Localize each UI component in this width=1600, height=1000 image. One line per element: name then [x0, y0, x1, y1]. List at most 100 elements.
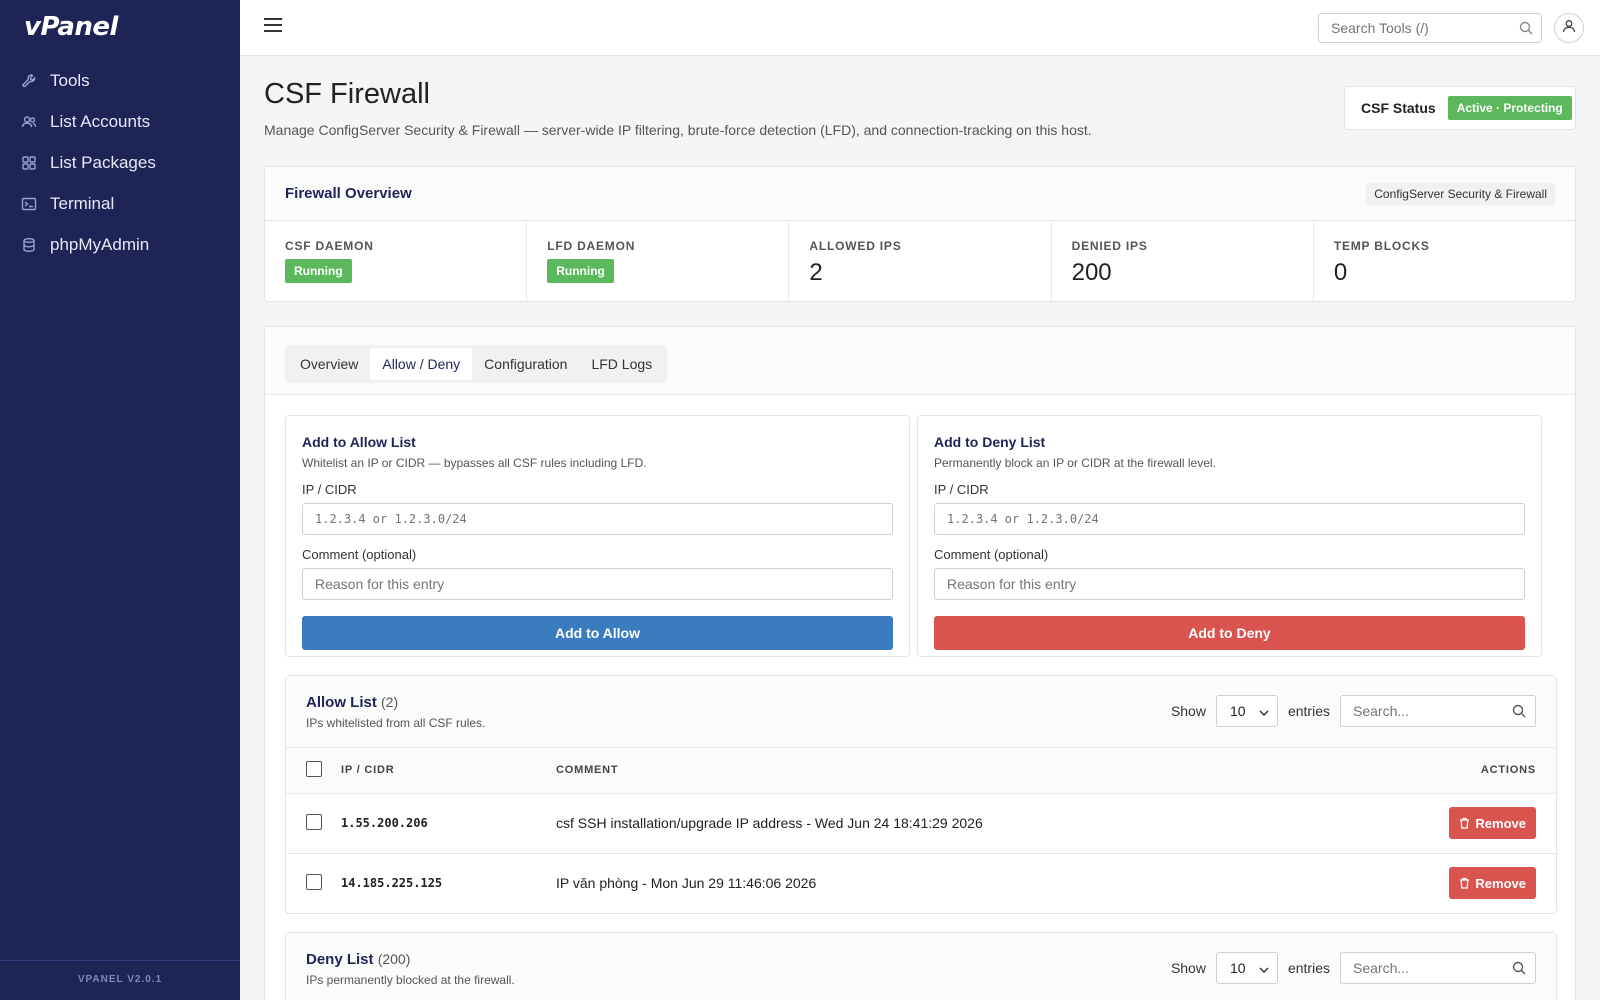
allow-ip-label: IP / CIDR [302, 482, 357, 497]
chevron-down-icon [1259, 703, 1269, 719]
status-badge: Active · Protecting [1447, 96, 1572, 120]
user-icon [1562, 19, 1576, 38]
select-all-checkbox[interactable] [306, 760, 322, 777]
entries-select[interactable]: 10 [1215, 695, 1278, 727]
deny-list-tools: Show 10 entries [1171, 952, 1536, 984]
row-checkbox[interactable] [306, 813, 322, 830]
tool-search-input[interactable] [1319, 14, 1509, 42]
stat-label: ALLOWED IPS [809, 239, 902, 253]
deny-list-search-input[interactable] [1341, 953, 1501, 983]
column-comment[interactable]: COMMENT [556, 748, 1357, 794]
allow-list-search-box [1340, 695, 1536, 727]
entries-select[interactable]: 10 [1215, 952, 1278, 984]
wrench-icon [20, 72, 38, 90]
page-title: CSF Firewall [264, 78, 430, 110]
sidebar-item-tools[interactable]: Tools [0, 60, 240, 101]
allow-list-count: (2) [381, 694, 399, 710]
deny-list-search-box [1340, 952, 1536, 984]
csf-panel: Overview Allow / Deny Configuration LFD … [264, 326, 1576, 1000]
tabs-bar: Overview Allow / Deny Configuration LFD … [265, 327, 1575, 395]
deny-comment-input[interactable] [934, 568, 1525, 600]
remove-button[interactable]: Remove [1449, 807, 1536, 839]
allow-list-header: Allow List (2) IPs whitelisted from all … [286, 676, 1556, 748]
page-description: Manage ConfigServer Security & Firewall … [264, 122, 1092, 138]
sidebar-item-label: Tools [50, 70, 90, 90]
stat-csf-daemon: CSF DAEMON Running [265, 221, 528, 302]
sidebar-item-label: List Accounts [50, 111, 151, 131]
sidebar-item-terminal[interactable]: Terminal [0, 183, 240, 224]
stat-label: DENIED IPS [1071, 239, 1148, 253]
show-label: Show [1170, 703, 1206, 719]
status-badge: Running [547, 259, 614, 283]
entries-value: 10 [1229, 703, 1246, 719]
deny-list-title: Deny List [306, 951, 374, 968]
allow-form-description: Whitelist an IP or CIDR — bypasses all C… [302, 456, 647, 470]
stat-label: LFD DAEMON [547, 239, 636, 253]
add-to-allow-button[interactable]: Add to Allow [302, 616, 893, 650]
tab-lfd-logs[interactable]: LFD Logs [579, 348, 664, 380]
allow-comment-input[interactable] [302, 568, 893, 600]
row-actions: Remove [1356, 853, 1556, 913]
allow-ip-input[interactable] [302, 503, 893, 535]
trash-icon [1460, 817, 1470, 829]
stat-allowed-ips: ALLOWED IPS 2 [789, 221, 1052, 302]
deny-list-card: Deny List (200) IPs permanently blocked … [285, 932, 1557, 1000]
menu-toggle-icon[interactable] [264, 18, 282, 34]
deny-form-title: Add to Deny List [934, 434, 1046, 450]
remove-button[interactable]: Remove [1449, 867, 1536, 900]
user-menu-button[interactable] [1554, 13, 1584, 43]
tab-allow-deny[interactable]: Allow / Deny [370, 348, 473, 380]
sidebar: vPanel Tools List Accounts List Packages… [0, 0, 240, 1000]
sidebar-item-phpmyadmin[interactable]: phpMyAdmin [0, 224, 240, 265]
row-checkbox[interactable] [306, 873, 322, 890]
overview-tag: ConfigServer Security & Firewall [1366, 182, 1555, 205]
remove-label: Remove [1475, 875, 1526, 891]
allow-list-card: Allow List (2) IPs whitelisted from all … [285, 675, 1557, 914]
entries-label: entries [1287, 960, 1330, 976]
deny-form-card: Add to Deny List Permanently block an IP… [917, 415, 1542, 657]
row-comment: IP văn phòng - Mon Jun 29 11:46:06 2026 [556, 875, 817, 892]
csf-status-card: CSF Status Active · Protecting [1344, 86, 1576, 130]
allow-list-title: Allow List [306, 694, 377, 711]
overview-stats: CSF DAEMON Running LFD DAEMON Running AL… [265, 221, 1575, 302]
tab-overview[interactable]: Overview [288, 348, 370, 380]
row-comment: csf SSH installation/upgrade IP address … [556, 793, 1357, 854]
add-to-deny-button[interactable]: Add to Deny [934, 616, 1525, 650]
column-ip[interactable]: IP / CIDR [341, 748, 556, 794]
sidebar-item-list-accounts[interactable]: List Accounts [0, 101, 240, 142]
overview-title: Firewall Overview [285, 185, 412, 202]
deny-comment-label: Comment (optional) [934, 547, 1049, 562]
trash-icon [1460, 878, 1470, 889]
chevron-down-icon [1259, 960, 1269, 976]
allow-form-title: Add to Allow List [302, 434, 416, 450]
search-icon [1512, 961, 1526, 980]
stat-label: CSF DAEMON [285, 239, 374, 253]
row-checkbox-cell [286, 853, 341, 913]
database-icon [20, 236, 38, 254]
sidebar-item-list-packages[interactable]: List Packages [0, 142, 240, 183]
sidebar-item-label: Terminal [50, 193, 115, 213]
topbar [240, 0, 1600, 56]
table-row: 1.55.200.206 csf SSH installation/upgrad… [286, 793, 1556, 854]
row-ip: 1.55.200.206 [341, 793, 556, 854]
tab-list: Overview Allow / Deny Configuration LFD … [285, 345, 668, 383]
version-label: VPANEL V2.0.1 [0, 960, 240, 1000]
deny-ip-input[interactable] [934, 503, 1525, 535]
sidebar-item-label: List Packages [50, 152, 156, 172]
stat-denied-ips: DENIED IPS 200 [1052, 221, 1314, 302]
overview-header: Firewall Overview ConfigServer Security … [265, 167, 1575, 221]
terminal-icon [20, 195, 38, 213]
tool-search-box [1318, 13, 1542, 43]
allow-list-search-input[interactable] [1341, 696, 1501, 726]
select-all-cell [286, 748, 341, 794]
allow-list-table: IP / CIDR COMMENT ACTIONS 1.55.200.206 c… [286, 748, 1556, 913]
remove-label: Remove [1475, 815, 1526, 831]
row-checkbox-cell [286, 793, 341, 854]
csf-status-label: CSF Status [1361, 100, 1436, 116]
entries-value: 10 [1229, 960, 1246, 976]
show-label: Show [1170, 960, 1206, 976]
tab-configuration[interactable]: Configuration [472, 348, 579, 380]
stat-lfd-daemon: LFD DAEMON Running [527, 221, 790, 302]
status-badge: Running [285, 259, 352, 283]
brand-logo[interactable]: vPanel [24, 12, 118, 42]
